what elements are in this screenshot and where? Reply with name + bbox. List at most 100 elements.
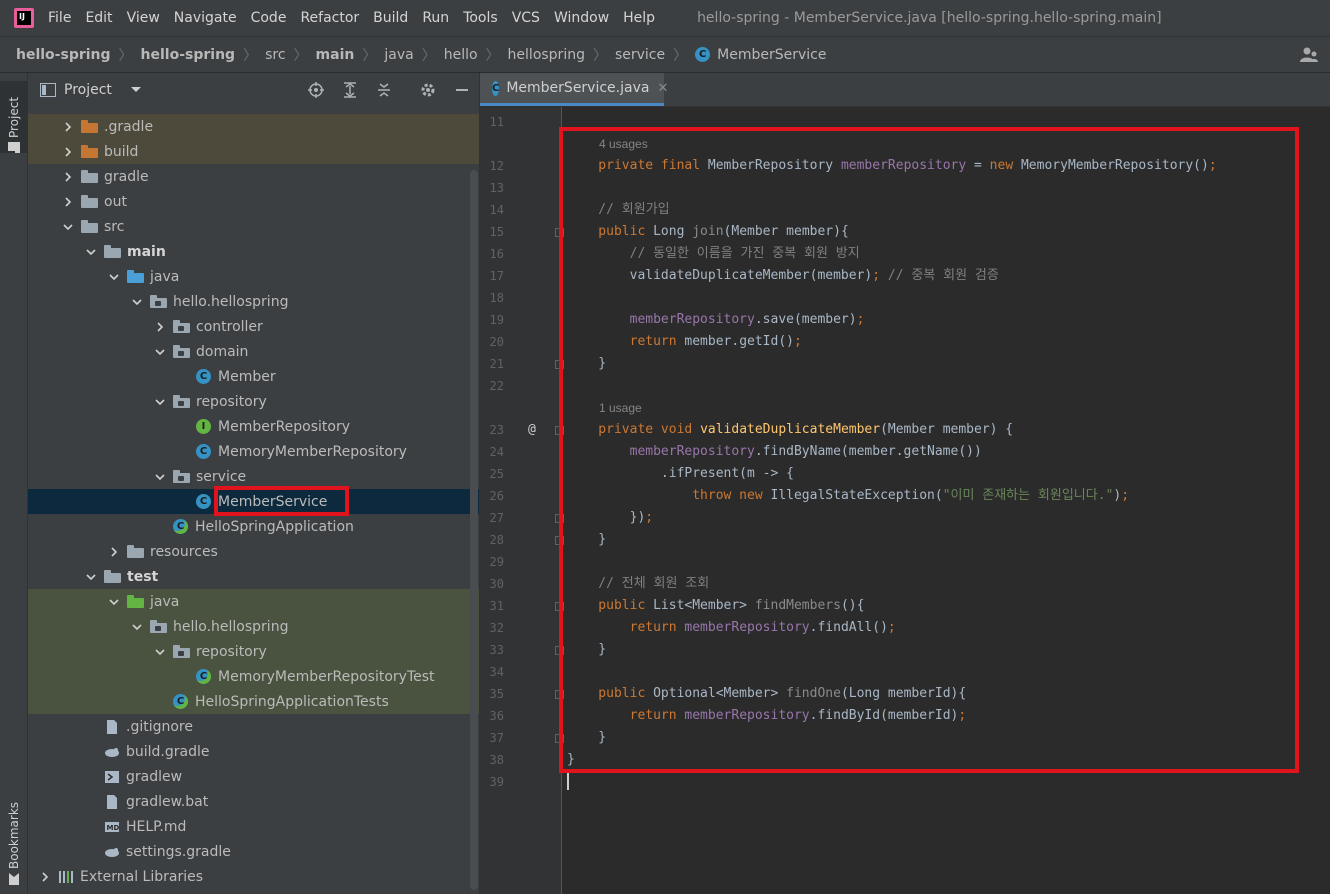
chevron-right-icon[interactable] (107, 545, 121, 559)
tree-item-src[interactable]: src (28, 214, 479, 239)
collapse-all-icon[interactable] (376, 82, 392, 98)
expand-all-icon[interactable] (342, 82, 358, 98)
tree-item-gradlew[interactable]: gradlew (28, 764, 479, 789)
tree-item-build[interactable]: build (28, 139, 479, 164)
chevron-right-icon[interactable] (61, 170, 75, 184)
menu-item-edit[interactable]: Edit (85, 10, 112, 26)
bookmarks-tool-tab[interactable]: Bookmarks (0, 785, 28, 885)
tree-item-hello-hellospring[interactable]: hello.hellospring (28, 289, 479, 314)
breadcrumb-item[interactable]: service (615, 47, 665, 63)
chevron-down-icon[interactable] (130, 620, 144, 634)
menu-item-refactor[interactable]: Refactor (300, 10, 359, 26)
tree-item-settings-gradle[interactable]: settings.gradle (28, 839, 479, 864)
menu-item-navigate[interactable]: Navigate (174, 10, 237, 26)
gradle-icon (105, 747, 119, 757)
tree-item-external-libraries[interactable]: External Libraries (28, 864, 479, 889)
menu-item-view[interactable]: View (127, 10, 160, 26)
usages-hint[interactable]: 1 usage (599, 397, 642, 419)
chevron-right-icon[interactable] (61, 120, 75, 134)
breadcrumb-item[interactable]: hello-spring (141, 47, 236, 63)
tree-item-hellospringapplicationtests[interactable]: C HelloSpringApplicationTests (28, 689, 479, 714)
project-scrollbar[interactable] (470, 170, 478, 890)
breadcrumb-item[interactable]: hello-spring (16, 47, 111, 63)
locate-target-icon[interactable] (308, 82, 324, 98)
chevron-down-icon[interactable] (84, 570, 98, 584)
chevron-down-icon[interactable] (153, 345, 167, 359)
chevron-down-icon[interactable] (153, 395, 167, 409)
fold-marker-icon[interactable] (555, 602, 564, 611)
tree-item-memorymemberrepositorytest[interactable]: C MemoryMemberRepositoryTest (28, 664, 479, 689)
tree-item-out[interactable]: out (28, 189, 479, 214)
breadcrumb-item[interactable]: java (384, 47, 413, 63)
tree-item-memberservice[interactable]: C MemberService (28, 489, 479, 514)
breadcrumb-item[interactable]: main (316, 47, 355, 63)
annotation-gutter-icon[interactable]: @ (528, 419, 536, 441)
chevron-right-icon[interactable] (38, 870, 52, 884)
chevron-right-icon[interactable] (61, 195, 75, 209)
tree-item-controller[interactable]: controller (28, 314, 479, 339)
menu-item-run[interactable]: Run (422, 10, 449, 26)
breadcrumb-item[interactable]: hello (444, 47, 478, 63)
tree-item-resources[interactable]: resources (28, 539, 479, 564)
menu-item-tools[interactable]: Tools (463, 10, 498, 26)
chevron-right-icon[interactable] (153, 320, 167, 334)
tree-item-memorymemberrepository[interactable]: C MemoryMemberRepository (28, 439, 479, 464)
tree-item-hellospringapplication[interactable]: C HelloSpringApplication (28, 514, 479, 539)
menu-item-code[interactable]: Code (251, 10, 287, 26)
tree-item-build-gradle[interactable]: build.gradle (28, 739, 479, 764)
tree-item-help-md[interactable]: MD HELP.md (28, 814, 479, 839)
chevron-down-icon[interactable] (153, 470, 167, 484)
code-editor[interactable]: 11 4 usages 12 private final MemberReposit… (480, 107, 1330, 894)
chevron-right-icon[interactable] (61, 145, 75, 159)
intellij-logo-icon[interactable] (14, 8, 34, 28)
tree-item-java[interactable]: java (28, 264, 479, 289)
tree-item-gitignore[interactable]: .gitignore (28, 714, 479, 739)
menu-item-file[interactable]: File (48, 10, 71, 26)
chevron-down-icon[interactable] (84, 245, 98, 259)
chevron-down-icon[interactable] (107, 270, 121, 284)
code-token: ; (856, 312, 865, 327)
tree-item-service[interactable]: service (28, 464, 479, 489)
tree-item-member[interactable]: C Member (28, 364, 479, 389)
fold-marker-icon[interactable] (555, 426, 564, 435)
menu-item-vcs[interactable]: VCS (512, 10, 540, 26)
fold-marker-icon[interactable] (555, 228, 564, 237)
fold-marker-icon[interactable] (555, 514, 564, 523)
tree-item-repository[interactable]: repository (28, 639, 479, 664)
user-icon[interactable] (1300, 46, 1318, 64)
tree-item-java[interactable]: java (28, 589, 479, 614)
chevron-down-icon[interactable] (61, 220, 75, 234)
tree-item-memberrepository[interactable]: I MemberRepository (28, 414, 479, 439)
close-icon[interactable]: ✕ (657, 81, 668, 96)
tree-item-label: HelloSpringApplicationTests (195, 693, 389, 710)
project-tool-tab[interactable]: Project (0, 81, 28, 153)
resources-folder-icon (127, 545, 144, 558)
tree-item-test[interactable]: test (28, 564, 479, 589)
tree-item-repository[interactable]: repository (28, 389, 479, 414)
chevron-down-icon[interactable] (153, 645, 167, 659)
breadcrumb-item[interactable]: hellospring (508, 47, 585, 63)
chevron-down-icon[interactable] (130, 86, 142, 94)
menu-item-build[interactable]: Build (373, 10, 408, 26)
menu-item-window[interactable]: Window (554, 10, 609, 26)
breadcrumb-item[interactable]: src (265, 47, 285, 63)
tree-item-main[interactable]: main (28, 239, 479, 264)
tree-item-gradle[interactable]: .gradle (28, 114, 479, 139)
hide-panel-icon[interactable] (454, 82, 470, 98)
tree-item-gradlew-bat[interactable]: gradlew.bat (28, 789, 479, 814)
fold-marker-icon[interactable] (555, 734, 564, 743)
chevron-down-icon[interactable] (130, 295, 144, 309)
usages-hint[interactable]: 4 usages (599, 133, 648, 155)
tab-member-service[interactable]: C MemberService.java ✕ (480, 73, 668, 106)
menu-item-help[interactable]: Help (623, 10, 655, 26)
tree-item-gradle[interactable]: gradle (28, 164, 479, 189)
tree-item-domain[interactable]: domain (28, 339, 479, 364)
fold-marker-icon[interactable] (555, 646, 564, 655)
breadcrumb-item[interactable]: C MemberService (695, 47, 826, 63)
gear-icon[interactable] (420, 82, 436, 98)
fold-marker-icon[interactable] (555, 690, 564, 699)
fold-marker-icon[interactable] (555, 360, 564, 369)
tree-item-hello-hellospring[interactable]: hello.hellospring (28, 614, 479, 639)
chevron-down-icon[interactable] (107, 595, 121, 609)
fold-marker-icon[interactable] (555, 536, 564, 545)
